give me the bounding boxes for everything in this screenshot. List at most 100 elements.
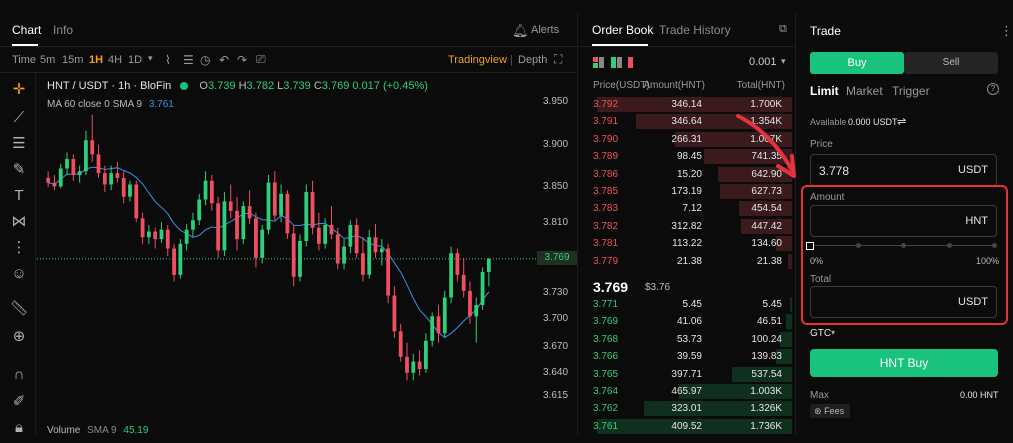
candle-body	[266, 182, 271, 230]
tradingview-toggle[interactable]: Tradingview	[448, 54, 507, 66]
bid-amount: 465.97	[671, 386, 702, 397]
sell-tab-button[interactable]: Sell	[904, 52, 998, 74]
more-vertical-icon[interactable]: ⋮	[1000, 23, 1013, 39]
transfer-icon[interactable]: ⇌	[897, 115, 906, 128]
magnet-icon[interactable]: ∩	[9, 366, 29, 384]
brush-icon[interactable]: ✎	[9, 161, 29, 179]
view-bids-icon[interactable]	[611, 57, 616, 68]
interval-4h[interactable]: 4H	[108, 54, 122, 66]
bid-row[interactable]: 3.761 409.52 1.736K	[579, 418, 792, 435]
tab-order-book[interactable]: Order Book	[592, 23, 653, 37]
ask-total: 454.54	[751, 203, 782, 215]
candle	[235, 196, 239, 251]
orderbook-expand-icon[interactable]: ⧉	[779, 23, 787, 36]
slider-step-75[interactable]	[947, 243, 952, 248]
fullscreen-icon[interactable]: ⛶	[554, 52, 562, 67]
bell-icon[interactable]: 🔔︎	[512, 23, 529, 39]
amount-slider-thumb[interactable]	[806, 242, 814, 250]
tab-trade-history[interactable]: Trade History	[659, 23, 731, 37]
chevron-down-icon[interactable]: ▾	[781, 56, 786, 67]
lock-icon[interactable]: 🔒︎	[9, 419, 29, 437]
interval-5m[interactable]: 5m	[40, 54, 55, 66]
zoom-in-icon[interactable]: ⊕	[9, 328, 29, 346]
price-chart[interactable]: HNT / USDT · 1h · BloFin O3.739 H3.782 L…	[37, 73, 537, 443]
total-input[interactable]: USDT	[810, 286, 997, 318]
candle-body	[46, 177, 51, 183]
trendline-icon[interactable]: ⟋	[9, 109, 29, 127]
ma-label: MA 60 close 0 SMA 9	[47, 99, 143, 110]
interval-1h[interactable]: 1H	[89, 54, 103, 66]
ma-value: 3.761	[148, 99, 174, 110]
candle-body	[424, 340, 428, 370]
arrow-shaft	[736, 114, 794, 172]
pattern-icon[interactable]: ⋈	[9, 213, 29, 231]
bid-row[interactable]: 3.769 41.06 46.51	[579, 313, 792, 330]
slider-step-25[interactable]	[856, 243, 861, 248]
crosshair-icon[interactable]: ✛	[9, 81, 29, 99]
lock-draw-icon[interactable]: ✐	[9, 393, 29, 411]
price-input[interactable]: 3.778 USDT	[810, 154, 997, 186]
volume-legend: Volume SMA 9 45.19	[47, 425, 148, 436]
bid-row[interactable]: 3.762 323.01 1.326K	[579, 400, 792, 417]
fib-icon[interactable]: ⋮	[9, 239, 29, 257]
tab-chart[interactable]: Chart	[12, 23, 41, 37]
view-both-icon[interactable]	[593, 57, 598, 62]
text-icon[interactable]: T	[9, 187, 29, 205]
undo-icon[interactable]: ↶	[219, 53, 229, 67]
total-input-unit: USDT	[958, 296, 988, 308]
tab-info[interactable]: Info	[53, 23, 73, 37]
bid-row[interactable]: 3.766 39.59 139.83	[579, 348, 792, 365]
candle-body	[455, 253, 460, 275]
ruler-icon[interactable]: 📏︎	[9, 300, 29, 318]
ask-row[interactable]: 3.781 113.22 134.60	[579, 235, 792, 252]
depth-toggle[interactable]: Depth	[518, 54, 547, 66]
candle	[449, 246, 453, 304]
chevron-down-icon[interactable]: ▾	[831, 328, 835, 337]
interval-time[interactable]: Time	[12, 54, 36, 66]
emoji-icon[interactable]: ☺	[9, 265, 29, 283]
slider-step-50[interactable]	[901, 243, 906, 248]
ask-row[interactable]: 3.782 312.82 447.42	[579, 218, 792, 235]
bid-row[interactable]: 3.768 53.73 100.24	[579, 331, 792, 348]
clock-icon[interactable]: ◷	[200, 53, 210, 67]
tif-select[interactable]: GTC	[810, 328, 831, 339]
indicator-icon[interactable]: ⌇	[165, 53, 171, 67]
interval-15m[interactable]: 15m	[62, 54, 83, 66]
candle	[474, 297, 479, 343]
ask-row[interactable]: 3.779 21.38 21.38	[579, 253, 792, 270]
legend-h-label: H	[238, 80, 247, 92]
alerts-button[interactable]: Alerts	[531, 24, 559, 36]
bid-price: 3.761	[593, 420, 619, 432]
ask-row[interactable]: 3.783 7.12 454.54	[579, 200, 792, 217]
horizontal-lines-icon[interactable]: ☰	[9, 135, 29, 153]
candle	[367, 229, 372, 279]
order-type-market[interactable]: Market	[846, 84, 883, 98]
bid-price: 3.764	[593, 386, 619, 397]
interval-1d[interactable]: 1D	[128, 54, 142, 66]
bid-row[interactable]: 3.764 465.97 1.003K	[579, 383, 792, 400]
ask-total: 21.38	[756, 255, 782, 267]
candle	[411, 353, 416, 381]
slider-step-100[interactable]	[992, 243, 997, 248]
candle	[272, 171, 277, 221]
help-icon[interactable]: ?	[987, 83, 999, 95]
camera-icon[interactable]: ⎚	[256, 52, 266, 67]
chevron-down-icon[interactable]: ▾	[148, 53, 153, 64]
ask-row[interactable]: 3.785 173.19 627.73	[579, 183, 792, 200]
submit-buy-button[interactable]: HNT Buy	[810, 349, 998, 377]
precision-select[interactable]: 0.001	[749, 56, 777, 68]
bid-row[interactable]: 3.765 397.71 537.54	[579, 366, 792, 383]
order-type-trigger[interactable]: Trigger	[892, 84, 930, 98]
buy-tab-button[interactable]: Buy	[810, 52, 904, 74]
view-asks-icon[interactable]	[628, 57, 633, 68]
price-input-value[interactable]: 3.778	[819, 164, 849, 178]
bid-row[interactable]: 3.771 5.45 5.45	[579, 296, 792, 313]
fees-button[interactable]: ⊛ Fees	[810, 404, 850, 418]
redo-icon[interactable]: ↷	[237, 53, 247, 67]
candle	[58, 163, 63, 189]
order-type-limit[interactable]: Limit	[810, 84, 839, 98]
amount-input[interactable]: HNT	[810, 205, 997, 237]
candle-body	[449, 253, 453, 298]
settings-sliders-icon[interactable]: ☰	[183, 53, 194, 67]
legend-pair: HNT / USDT · 1h · BloFin	[47, 80, 172, 92]
